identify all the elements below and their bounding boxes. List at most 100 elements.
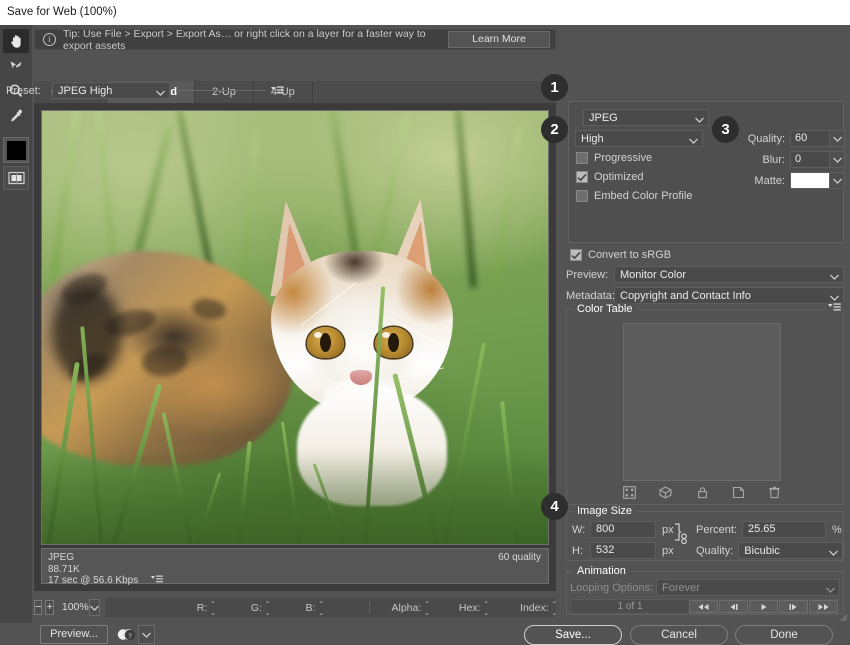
- progressive-checkbox-row[interactable]: Progressive: [576, 152, 652, 164]
- color-table-grid[interactable]: [623, 323, 781, 481]
- readout-hex-value: --: [484, 596, 488, 620]
- quality-stepper-button[interactable]: [830, 130, 845, 147]
- color-readout-fields: R: -- G: -- B: -- Alpha: -- Hex: -- Inde…: [105, 598, 557, 617]
- lock-color-icon[interactable]: [696, 486, 709, 502]
- image-preview-frame[interactable]: [41, 110, 549, 545]
- looping-options-dropdown: Forever: [656, 579, 840, 596]
- preset-panel-menu-icon[interactable]: [271, 85, 284, 96]
- new-color-icon[interactable]: [732, 486, 745, 502]
- metadata-label: Metadata:: [566, 290, 614, 302]
- web-shift-icon[interactable]: [623, 486, 636, 502]
- done-button[interactable]: Done: [735, 625, 833, 645]
- previous-frame-icon[interactable]: [719, 600, 748, 613]
- preview-options-menu-icon[interactable]: [151, 575, 163, 588]
- zoom-in-button[interactable]: +: [45, 600, 53, 615]
- quality-value-field[interactable]: 60: [790, 130, 830, 147]
- zoom-out-button[interactable]: −: [34, 600, 42, 615]
- blur-value-field[interactable]: 0: [790, 151, 830, 168]
- looping-options-value: Forever: [662, 582, 700, 594]
- preview-color-row: Preview: Monitor Color: [566, 266, 844, 283]
- resize-grip[interactable]: [840, 613, 848, 621]
- play-icon[interactable]: [749, 600, 778, 613]
- embed-color-profile-checkbox[interactable]: [576, 190, 588, 202]
- preview-canvas-area[interactable]: JPEG 88.71K 17 sec @ 56.6 Kbps 60 qualit…: [34, 104, 556, 591]
- chevron-down-icon: [695, 114, 704, 126]
- chevron-down-icon: [830, 271, 839, 283]
- toggle-slices-visibility-button[interactable]: [3, 166, 29, 190]
- readout-alpha-value: --: [425, 596, 429, 620]
- readout-index-value: --: [553, 596, 557, 620]
- file-format-dropdown[interactable]: JPEG: [583, 109, 709, 126]
- callout-badge-1: 1: [541, 74, 568, 101]
- blur-stepper-button[interactable]: [830, 151, 845, 168]
- browser-preview-dropdown-button[interactable]: [138, 625, 155, 644]
- width-label: W:: [572, 524, 590, 536]
- first-frame-icon[interactable]: [689, 600, 718, 613]
- progressive-label: Progressive: [594, 152, 652, 164]
- preview-color-dropdown[interactable]: Monitor Color: [614, 266, 844, 283]
- convert-to-srgb-label: Convert to sRGB: [588, 249, 671, 261]
- progressive-checkbox[interactable]: [576, 152, 588, 164]
- preset-value: JPEG High: [58, 85, 112, 97]
- callout-badge-3: 3: [712, 116, 739, 143]
- foreground-color-swatch[interactable]: [3, 137, 29, 163]
- last-frame-icon[interactable]: [809, 600, 838, 613]
- height-row: H: 532 px: [572, 542, 674, 559]
- metadata-dropdown[interactable]: Copyright and Contact Info: [614, 287, 844, 304]
- metadata-row: Metadata: Copyright and Contact Info: [566, 287, 844, 304]
- readout-r-label: R:: [197, 602, 208, 614]
- dialog-body: i Tip: Use File > Export > Export As… or…: [0, 25, 850, 623]
- quality-preset-dropdown[interactable]: High: [575, 130, 703, 147]
- percent-label: Percent:: [696, 524, 737, 536]
- readout-hex-label: Hex:: [459, 602, 481, 614]
- color-table-buttons: [623, 487, 781, 501]
- chevron-down-icon: [156, 87, 165, 99]
- quality-label: Quality:: [741, 133, 785, 145]
- zoom-level-dropdown-button[interactable]: [89, 599, 100, 616]
- cancel-button[interactable]: Cancel: [630, 625, 728, 645]
- quality-value-row: Quality: 60: [741, 130, 845, 147]
- eyedropper-tool[interactable]: [3, 104, 29, 128]
- delete-color-icon[interactable]: [768, 486, 781, 502]
- readout-g-label: G:: [251, 602, 262, 614]
- snap-to-web-icon[interactable]: [659, 486, 672, 502]
- readout-b-value: --: [319, 596, 323, 620]
- color-table-panel: [566, 309, 844, 505]
- learn-more-button[interactable]: Learn More: [448, 31, 550, 48]
- zoom-and-color-readout-bar: − + 100% R: -- G: -- B: -- Alpha: -- Hex…: [34, 598, 556, 617]
- callout-badge-4: 4: [541, 493, 568, 520]
- resample-quality-dropdown[interactable]: Bicubic: [738, 542, 843, 559]
- looping-options-label: Looping Options:: [570, 582, 656, 594]
- height-field[interactable]: 532: [590, 542, 656, 559]
- zoom-level-value[interactable]: 100%: [62, 599, 89, 616]
- image-file-size: 88.71K: [48, 564, 542, 576]
- resample-quality-row: Quality: Bicubic: [696, 542, 843, 559]
- preview-button[interactable]: Preview...: [40, 625, 108, 644]
- matte-dropdown-button[interactable]: [830, 172, 845, 189]
- optimized-checkbox[interactable]: [576, 171, 588, 183]
- format-settings-box: JPEG High Progressive Optimized Embed Co…: [568, 101, 844, 243]
- browser-preview-icon[interactable]: ?: [116, 625, 138, 644]
- tip-text: Tip: Use File > Export > Export As… or r…: [63, 28, 448, 52]
- convert-to-srgb-checkbox[interactable]: [570, 249, 582, 261]
- readout-r-value: --: [211, 596, 215, 620]
- hand-tool[interactable]: [3, 29, 29, 53]
- optimized-checkbox-row[interactable]: Optimized: [576, 171, 644, 183]
- width-field[interactable]: 800: [590, 521, 656, 538]
- preview-color-label: Preview:: [566, 269, 614, 281]
- constrain-proportions-icon[interactable]: [672, 523, 690, 555]
- matte-color-swatch[interactable]: [790, 172, 830, 189]
- next-frame-icon[interactable]: [779, 600, 808, 613]
- percent-field[interactable]: 25.65: [742, 521, 826, 538]
- preset-dropdown[interactable]: JPEG High: [52, 82, 170, 99]
- width-row: W: 800 px: [572, 521, 674, 538]
- callout-badge-2: 2: [541, 116, 568, 143]
- embed-color-profile-checkbox-row[interactable]: Embed Color Profile: [576, 190, 692, 202]
- metadata-value: Copyright and Contact Info: [620, 290, 751, 302]
- save-button[interactable]: Save...: [524, 625, 622, 645]
- height-label: H:: [572, 545, 590, 557]
- cat-eye-left: [307, 327, 344, 358]
- convert-to-srgb-row[interactable]: Convert to sRGB: [570, 249, 671, 261]
- slice-select-tool[interactable]: [3, 54, 29, 78]
- chevron-down-icon: [689, 135, 698, 147]
